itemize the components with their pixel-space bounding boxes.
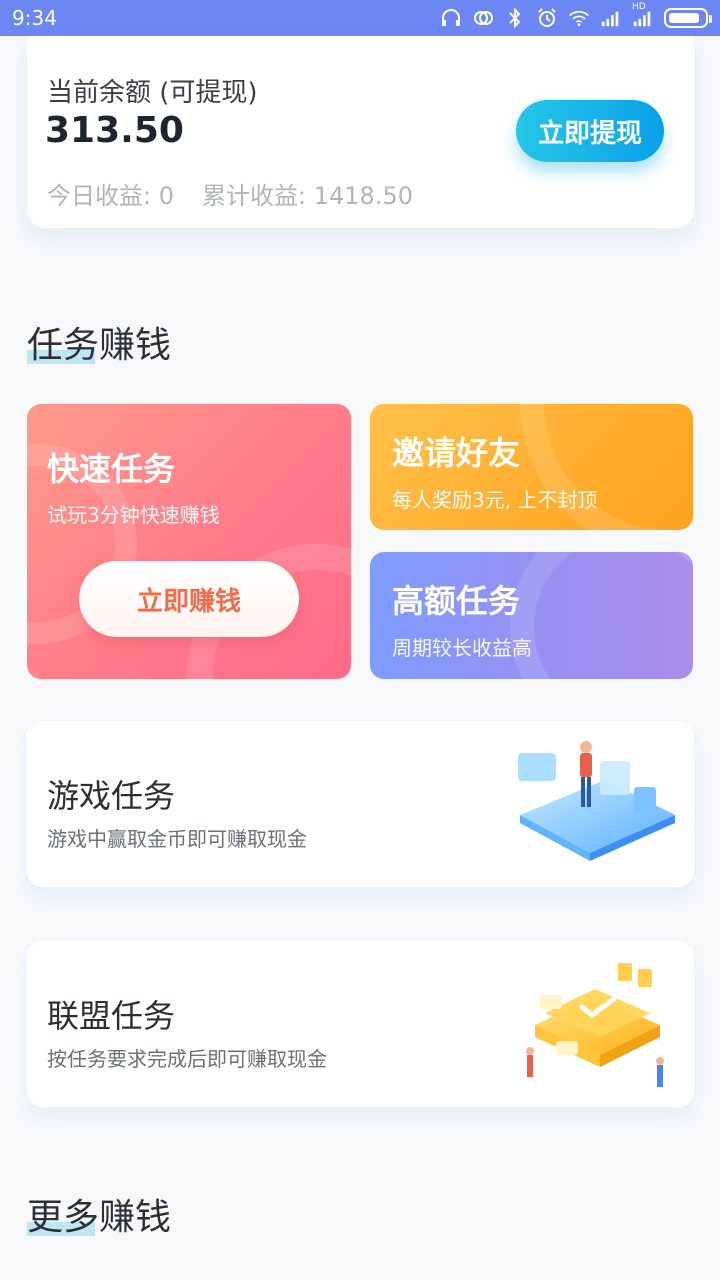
balance-card: 当前余额 (可提现) 313.50 今日收益: 0 累计收益: 1418.50 … [27, 36, 694, 228]
status-bar: 9:34 HD [0, 0, 720, 36]
total-earnings: 累计收益: 1418.50 [202, 176, 413, 211]
signal-hd-icon: HD [632, 2, 654, 29]
invite-friends-card[interactable]: 邀请好友 每人奖励3元, 上不封顶 [370, 404, 693, 530]
invite-title: 邀请好友 [392, 434, 521, 472]
section-title-tasks: 任务赚钱 [27, 325, 172, 366]
quick-task-title: 快速任务 [47, 450, 176, 488]
alliance-task-subtitle: 按任务要求完成后即可赚取现金 [47, 1047, 327, 1071]
balance-value: 313.50 [45, 110, 184, 151]
invite-subtitle: 每人奖励3元, 上不封顶 [392, 488, 598, 512]
game-task-title: 游戏任务 [47, 777, 176, 815]
game-task-subtitle: 游戏中赢取金币即可赚取现金 [47, 827, 307, 851]
alliance-task-title: 联盟任务 [47, 997, 176, 1035]
high-task-subtitle: 周期较长收益高 [392, 636, 532, 660]
status-icons: HD [440, 2, 712, 29]
total-earnings-label: 累计收益: [202, 182, 307, 210]
total-earnings-value: 1418.50 [313, 182, 413, 210]
alarm-icon [536, 7, 558, 29]
bluetooth-icon [504, 7, 526, 29]
game-task-card[interactable]: 游戏任务 游戏中赢取金币即可赚取现金 [27, 721, 694, 887]
today-earnings: 今日收益: 0 [47, 176, 174, 211]
earn-now-button[interactable]: 立即赚钱 [79, 561, 299, 637]
status-time: 9:34 [12, 6, 57, 30]
battery-icon [664, 8, 712, 28]
today-earnings-value: 0 [158, 182, 175, 210]
game-illustration-icon [518, 741, 675, 861]
signal-icon [600, 7, 622, 29]
section-title-more: 更多赚钱 [27, 1197, 172, 1238]
quick-task-card[interactable]: 快速任务 试玩3分钟快速赚钱 立即赚钱 [27, 404, 351, 679]
decor-ring [510, 552, 693, 679]
earnings-row: 今日收益: 0 累计收益: 1418.50 [47, 176, 413, 211]
high-reward-task-card[interactable]: 高额任务 周期较长收益高 [370, 552, 693, 679]
wifi-icon [568, 7, 590, 29]
high-task-title: 高额任务 [392, 582, 521, 620]
today-earnings-label: 今日收益: [47, 182, 152, 210]
balance-label: 当前余额 (可提现) [47, 78, 258, 108]
sync-icon [472, 7, 494, 29]
alliance-illustration-icon [526, 963, 664, 1087]
headphones-icon [440, 7, 462, 29]
alliance-task-card[interactable]: 联盟任务 按任务要求完成后即可赚取现金 [27, 941, 694, 1107]
withdraw-button[interactable]: 立即提现 [516, 100, 664, 162]
hd-label: HD [632, 2, 646, 12]
quick-task-subtitle: 试玩3分钟快速赚钱 [47, 503, 220, 527]
